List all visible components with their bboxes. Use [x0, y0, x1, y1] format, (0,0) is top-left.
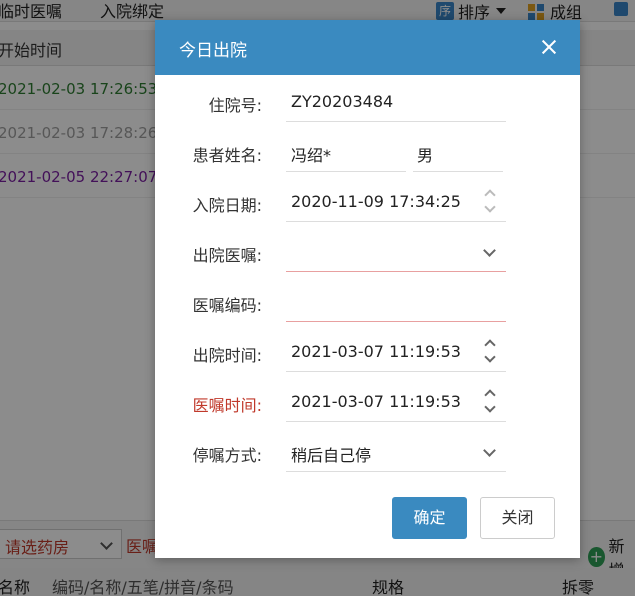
confirm-button[interactable]: 确定 — [392, 497, 467, 539]
patient-name-label: 患者姓名: — [192, 146, 262, 165]
field-patient-name: 患者姓名: 冯绍* 男 — [155, 127, 580, 177]
field-order-code: 医嘱编码: — [155, 277, 580, 327]
discharge-time-value: 2021-03-07 11:19:53 — [291, 342, 461, 361]
admission-date-input[interactable]: 2020-11-09 17:34:25 — [286, 182, 506, 222]
inpatient-no-input[interactable]: ZY20203484 — [286, 82, 506, 122]
field-order-time: 医嘱时间: 2021-03-07 11:19:53 — [155, 377, 580, 427]
spinner-icon[interactable] — [484, 187, 498, 217]
order-code-label: 医嘱编码: — [192, 296, 262, 315]
gender-input[interactable]: 男 — [413, 132, 503, 172]
stop-method-label: 停嘱方式: — [192, 446, 262, 465]
stop-method-select[interactable]: 稍后自己停 — [286, 432, 506, 472]
field-inpatient-no: 住院号: ZY20203484 — [155, 77, 580, 127]
discharge-order-select[interactable] — [286, 232, 506, 272]
field-admission-date: 入院日期: 2020-11-09 17:34:25 — [155, 177, 580, 227]
close-button[interactable]: 关闭 — [480, 497, 555, 539]
spinner-icon[interactable] — [484, 387, 498, 417]
discharge-time-input[interactable]: 2021-03-07 11:19:53 — [286, 332, 506, 372]
order-code-input[interactable] — [286, 282, 506, 322]
chevron-down-icon — [483, 244, 496, 257]
patient-name-input[interactable]: 冯绍* — [286, 132, 406, 172]
stop-method-value: 稍后自己停 — [291, 446, 372, 465]
discharge-dialog: 今日出院 住院号: ZY20203484 患者姓名: 冯绍* 男 入院日期: 2… — [155, 20, 580, 558]
chevron-down-icon — [483, 444, 496, 457]
close-icon[interactable] — [540, 38, 558, 56]
spinner-icon[interactable] — [484, 337, 498, 367]
field-discharge-order: 出院医嘱: — [155, 227, 580, 277]
discharge-time-label: 出院时间: — [192, 346, 262, 365]
order-time-input[interactable]: 2021-03-07 11:19:53 — [286, 382, 506, 422]
dialog-header: 今日出院 — [155, 20, 580, 75]
order-time-value: 2021-03-07 11:19:53 — [291, 392, 461, 411]
admission-date-value: 2020-11-09 17:34:25 — [291, 192, 461, 211]
field-stop-method: 停嘱方式: 稍后自己停 — [155, 427, 580, 477]
inpatient-no-label: 住院号: — [208, 96, 262, 115]
dialog-title: 今日出院 — [179, 41, 247, 61]
discharge-order-label: 出院医嘱: — [192, 246, 262, 265]
order-time-label: 医嘱时间: — [192, 396, 262, 415]
field-discharge-time: 出院时间: 2021-03-07 11:19:53 — [155, 327, 580, 377]
admission-date-label: 入院日期: — [192, 196, 262, 215]
